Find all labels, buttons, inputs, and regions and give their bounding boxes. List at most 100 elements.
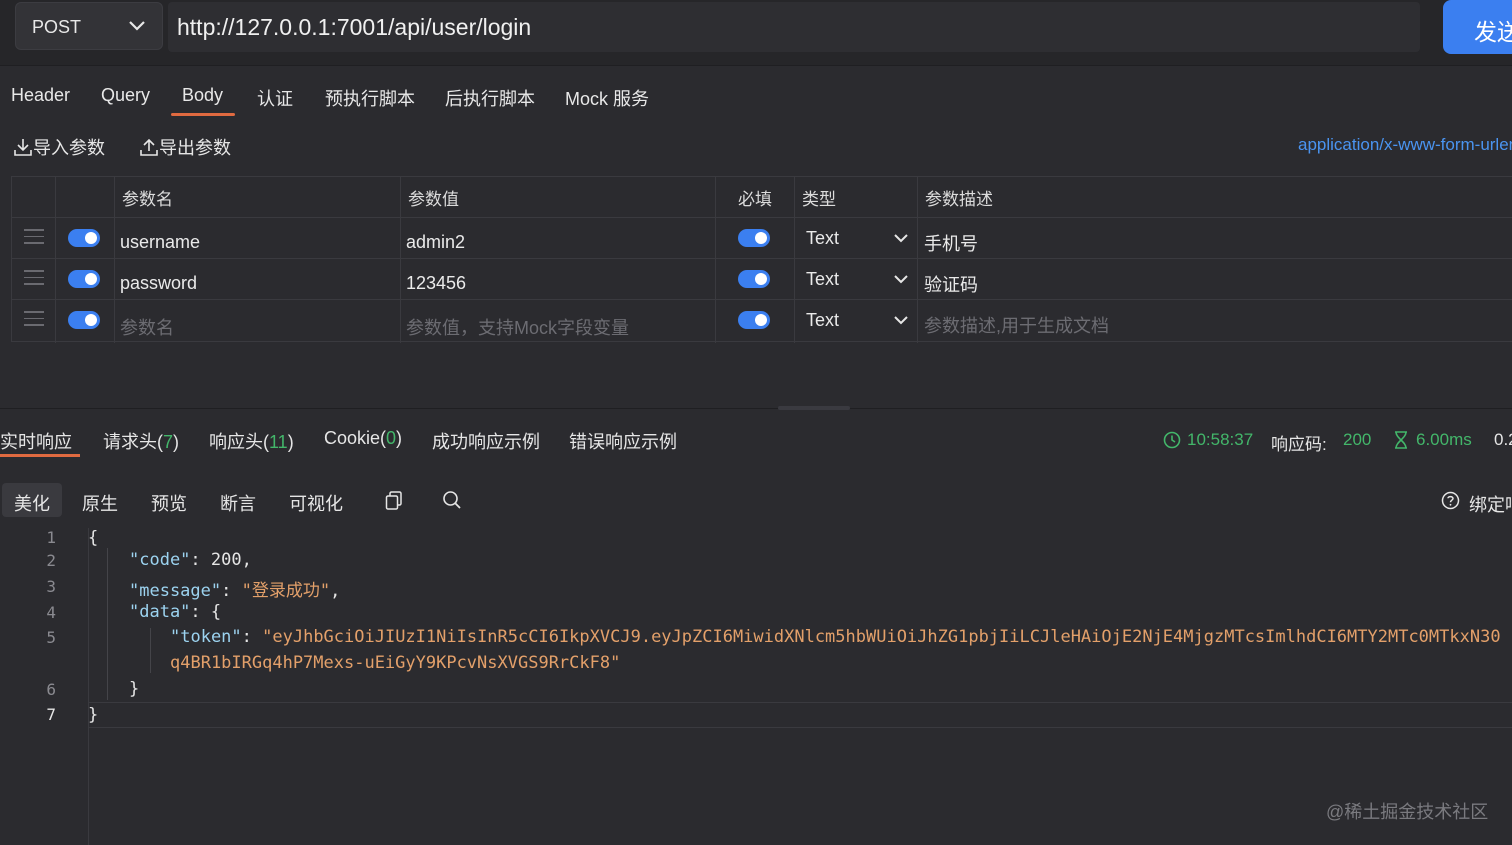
gutter-border xyxy=(88,528,89,845)
json-string: "登录成功" xyxy=(241,581,331,601)
active-tab-indicator xyxy=(0,454,80,457)
view-tab-preview[interactable]: 预览 xyxy=(151,490,187,516)
drag-handle-icon[interactable] xyxy=(24,270,44,285)
col-divider xyxy=(715,177,716,343)
json-key: "message" xyxy=(129,581,222,601)
view-tab-assert[interactable]: 断言 xyxy=(220,490,256,516)
drag-handle-icon[interactable] xyxy=(24,311,44,326)
content-type-link[interactable]: application/x-www-form-urlencoded xyxy=(1298,135,1512,155)
url-input[interactable]: http://127.0.0.1:7001/api/user/login xyxy=(168,2,1420,52)
tab-response-headers[interactable]: 响应头(11) xyxy=(209,428,294,454)
col-divider xyxy=(400,177,401,343)
json-key: "code" xyxy=(129,550,191,570)
count-badge: 11 xyxy=(269,432,288,452)
enable-toggle[interactable] xyxy=(68,311,100,329)
chevron-down-icon[interactable] xyxy=(894,233,908,243)
tab-auth[interactable]: 认证 xyxy=(257,85,293,111)
tab-cookie[interactable]: Cookie(0) xyxy=(324,428,402,449)
line-number: 3 xyxy=(46,577,56,596)
copy-icon[interactable] xyxy=(385,491,403,511)
line-number: 1 xyxy=(46,528,56,547)
header-type: 类型 xyxy=(802,190,836,209)
line-number: 2 xyxy=(46,551,56,570)
tab-error-example[interactable]: 错误响应示例 xyxy=(569,428,677,454)
chevron-down-icon[interactable] xyxy=(894,274,908,284)
required-toggle[interactable] xyxy=(738,229,770,247)
param-name-cell[interactable]: password xyxy=(120,273,197,294)
header-param-name: 参数名 xyxy=(122,190,173,209)
tab-mock-service[interactable]: Mock 服务 xyxy=(565,85,649,111)
send-button[interactable]: 发送 xyxy=(1443,0,1512,54)
view-tab-visualize[interactable]: 可视化 xyxy=(289,490,343,516)
json-string: "eyJhbGciOiJIUzI1NiIsInR5cCI6IkpXVCJ9.ey… xyxy=(262,627,1501,647)
active-tab-indicator xyxy=(171,113,235,116)
type-select[interactable]: Text xyxy=(806,228,839,249)
json-line: "code": 200, xyxy=(129,550,252,570)
import-label: 导入参数 xyxy=(33,138,105,158)
search-icon[interactable] xyxy=(442,490,462,510)
method-label: POST xyxy=(32,17,82,37)
watermark: @稀土掘金技术社区 xyxy=(1326,802,1489,822)
tab-post-script[interactable]: 后执行脚本 xyxy=(445,85,535,111)
tab-header[interactable]: Header xyxy=(11,85,70,106)
panel-divider xyxy=(0,408,1512,409)
required-toggle[interactable] xyxy=(738,270,770,288)
tab-body[interactable]: Body xyxy=(182,85,223,106)
import-params-button[interactable]: 导入参数 xyxy=(13,134,105,160)
json-close-brace: } xyxy=(129,679,140,699)
response-size: 0.2 xyxy=(1494,430,1512,449)
hourglass-icon xyxy=(1395,431,1407,449)
param-name-cell[interactable]: username xyxy=(120,232,200,253)
description-cell[interactable]: 手机号 xyxy=(924,230,978,256)
col-divider xyxy=(917,177,918,343)
line-number: 6 xyxy=(46,680,56,699)
description-cell[interactable]: 验证码 xyxy=(924,271,978,297)
bind-response-button[interactable]: 绑定响 xyxy=(1469,491,1512,517)
response-duration: 6.00ms xyxy=(1416,430,1472,449)
param-value-input[interactable]: 参数值，支持Mock字段变量 xyxy=(406,314,629,340)
line-number: 4 xyxy=(46,603,56,622)
help-icon[interactable] xyxy=(1441,491,1460,510)
tab-label: Cookie xyxy=(324,428,381,448)
url-text: http://127.0.0.1:7001/api/user/login xyxy=(177,14,532,40)
tab-label: 响应头 xyxy=(209,432,263,452)
header-description: 参数描述 xyxy=(925,190,993,209)
status-code-label: 响应码: xyxy=(1271,435,1327,454)
line-number: 7 xyxy=(46,705,56,724)
row-divider xyxy=(12,299,1512,300)
row-divider xyxy=(12,258,1512,259)
type-select[interactable]: Text xyxy=(806,269,839,290)
tab-query[interactable]: Query xyxy=(101,85,150,106)
params-table: 参数名 参数值 必填 类型 参数描述 username admin2 Text … xyxy=(11,176,1512,343)
header-required: 必填 xyxy=(738,190,772,209)
chevron-down-icon[interactable] xyxy=(894,315,908,325)
type-select[interactable]: Text xyxy=(806,310,839,331)
enable-toggle[interactable] xyxy=(68,270,100,288)
export-params-button[interactable]: 导出参数 xyxy=(139,134,231,160)
json-number: 200 xyxy=(210,550,242,570)
required-toggle[interactable] xyxy=(738,311,770,329)
description-input[interactable]: 参数描述,用于生成文档 xyxy=(924,312,1109,338)
tab-pre-script[interactable]: 预执行脚本 xyxy=(325,85,415,111)
view-tab-pretty[interactable]: 美化 xyxy=(14,490,50,516)
response-time: 10:58:37 xyxy=(1187,430,1254,449)
chevron-down-icon xyxy=(129,21,145,31)
json-open-brace: { xyxy=(88,528,99,548)
drag-handle-icon[interactable] xyxy=(24,229,44,244)
indent-guide xyxy=(107,548,108,700)
tab-request-headers[interactable]: 请求头(7) xyxy=(103,428,179,454)
tab-success-example[interactable]: 成功响应示例 xyxy=(432,428,540,454)
count-badge: 7 xyxy=(163,432,174,452)
method-select[interactable]: POST xyxy=(15,2,163,50)
tab-label: 请求头 xyxy=(103,432,157,452)
param-value-cell[interactable]: admin2 xyxy=(406,232,465,253)
status-code: 200 xyxy=(1343,430,1372,449)
view-tab-raw[interactable]: 原生 xyxy=(82,490,118,516)
param-value-cell[interactable]: 123456 xyxy=(406,273,466,294)
count-badge: 0 xyxy=(386,428,397,448)
row-divider xyxy=(12,217,1512,218)
resize-handle[interactable] xyxy=(778,406,850,410)
tab-realtime-response[interactable]: 实时响应 xyxy=(0,428,72,454)
enable-toggle[interactable] xyxy=(68,229,100,247)
param-name-input[interactable]: 参数名 xyxy=(120,314,174,340)
